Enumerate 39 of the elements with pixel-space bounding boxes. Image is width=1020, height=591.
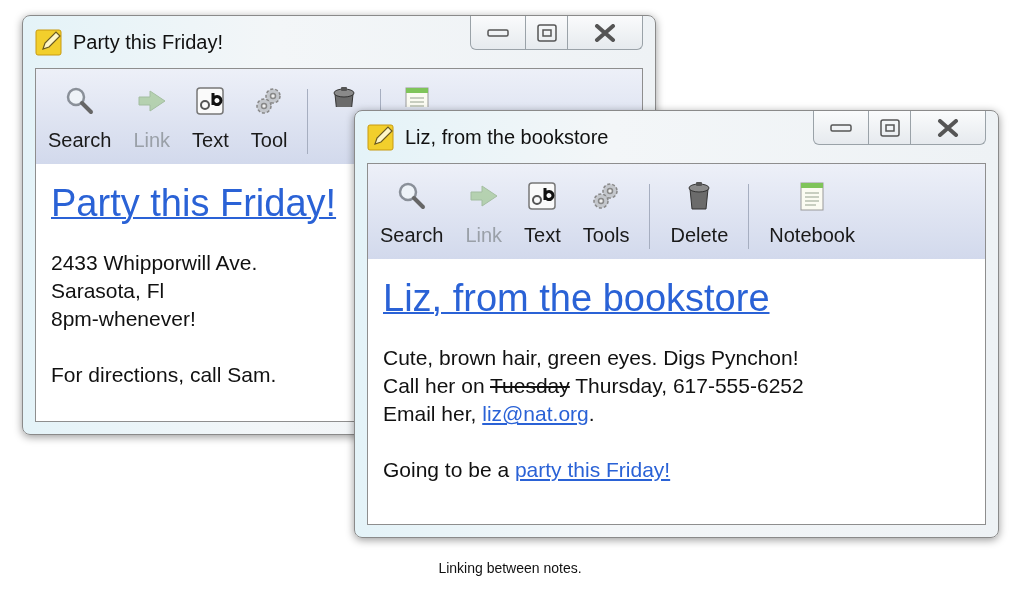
note-line: For directions, call Sam. [51, 362, 277, 388]
note-pencil-icon [367, 123, 395, 151]
close-button[interactable] [911, 111, 986, 145]
toolbar-button[interactable]: Tool [246, 85, 292, 152]
toolbar-button[interactable]: Search [376, 180, 448, 247]
note-line: Sarasota, Fl [51, 278, 165, 304]
toolbar-button[interactable]: Tools [578, 180, 634, 247]
note-line: Call her on Tuesday Thursday, 617-555-6252 [383, 373, 804, 399]
toolbar-button[interactable]: Search [44, 85, 116, 152]
note-line: 2433 Whipporwill Ave. [51, 250, 258, 276]
text-style-icon [526, 180, 559, 212]
toolbar-button[interactable]: Text [520, 180, 565, 247]
minimize-icon [830, 122, 852, 133]
window-title: Party this Friday! [73, 30, 224, 54]
note-title-link[interactable]: Liz, from the bookstore [383, 277, 770, 320]
note-line: 8pm-whenever! [51, 306, 196, 332]
note-title-link[interactable]: Party this Friday! [51, 182, 337, 225]
caption: Linking between notes. [438, 560, 582, 576]
note-line: Cute, brown hair, green eyes. Digs Pynchon! [383, 345, 799, 371]
note-pencil-icon [35, 28, 63, 56]
close-icon [594, 23, 616, 42]
toolbar-button[interactable]: Notebook [765, 180, 859, 247]
toolbar-button[interactable]: Delete [666, 180, 733, 247]
minimize-button[interactable] [470, 16, 526, 50]
note-line: Email her, liz@nat.org. [383, 401, 595, 427]
toolbar-button[interactable]: Text [188, 85, 233, 152]
note-line: Going to be a party this Friday! [383, 457, 671, 483]
note-link[interactable]: liz@nat.org [482, 402, 589, 425]
close-button[interactable] [568, 16, 643, 50]
close-icon [937, 118, 959, 137]
text-style-icon [194, 85, 227, 117]
minimize-icon [487, 27, 509, 38]
note-link[interactable]: party this Friday! [514, 458, 671, 481]
minimize-button[interactable] [813, 111, 869, 145]
maximize-button[interactable] [526, 16, 568, 50]
maximize-icon [536, 23, 557, 42]
window-title: Liz, from the bookstore [405, 125, 609, 149]
maximize-icon [879, 118, 900, 137]
maximize-button[interactable] [869, 111, 911, 145]
